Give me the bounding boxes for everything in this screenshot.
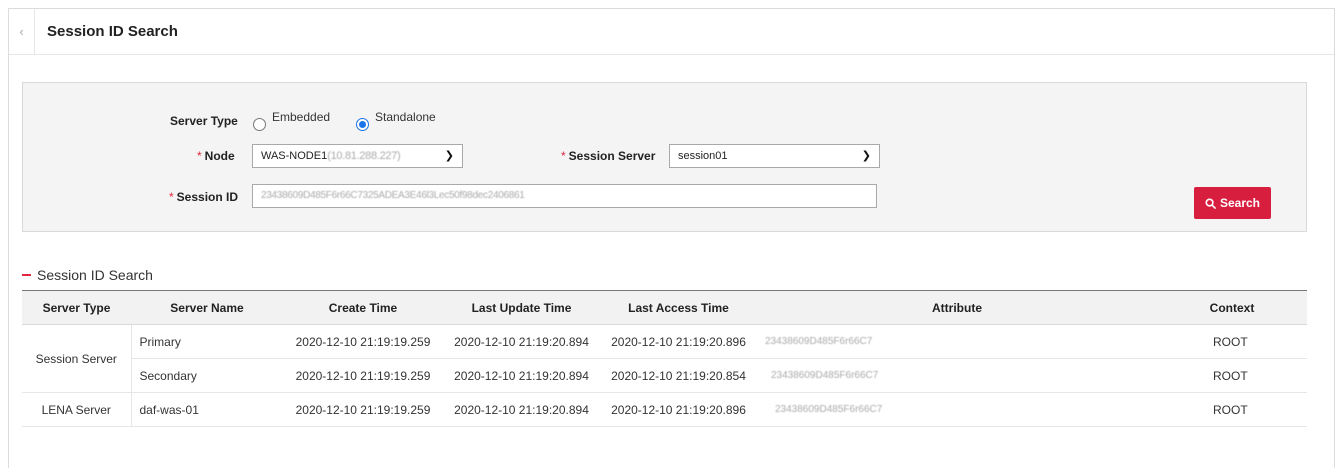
table-row[interactable]: Session Server Primary 2020-12-10 21:19:… (22, 324, 1307, 393)
results-table: Server Type Server Name Create Time Last… (22, 290, 1307, 427)
cell-attribute: 23438609D485F6r66C7 (757, 392, 1157, 427)
search-button[interactable]: Search (1194, 187, 1271, 219)
chevron-down-icon: ❯ (444, 150, 454, 162)
column-header[interactable]: Last Access Time (600, 290, 757, 325)
session-server-select[interactable]: session01 ❯ (669, 144, 880, 168)
cell-context: ROOT (1157, 392, 1307, 427)
session-id-input[interactable]: 23438609D485F6r66C7325ADEA3E46l3Lec50f98… (252, 184, 877, 208)
cell-last-access-time: 2020-12-10 21:19:20.896 (600, 392, 757, 427)
radio-embedded[interactable] (253, 118, 266, 131)
cell-last-access-time: 2020-12-10 21:19:20.896 (600, 324, 757, 359)
page-title: Session ID Search (47, 23, 178, 40)
column-header[interactable]: Server Name (131, 290, 283, 325)
search-icon (1205, 197, 1216, 209)
cell-server-name: daf-was-01 (131, 392, 283, 427)
cell-server-type: Session Server (22, 324, 132, 393)
cell-context: ROOT (1157, 324, 1307, 359)
column-header[interactable]: Last Update Time (443, 290, 600, 325)
column-header[interactable]: Attribute (757, 290, 1157, 325)
table-row[interactable]: Secondary 2020-12-10 21:19:19.259 2020-1… (22, 358, 1307, 393)
cell-create-time: 2020-12-10 21:19:19.259 (283, 392, 443, 427)
cell-server-name: Primary (131, 324, 283, 359)
server-type-label: Server Type (170, 114, 238, 128)
radio-embedded-label[interactable]: Embedded (272, 110, 330, 124)
radio-standalone-label[interactable]: Standalone (375, 110, 436, 124)
results-section-title: Session ID Search (22, 267, 153, 283)
table-header-row: Server Type Server Name Create Time Last… (22, 290, 1307, 325)
node-select[interactable]: WAS-NODE1(10.81.288.227) ❯ (252, 144, 463, 168)
cell-last-update-time: 2020-12-10 21:19:20.894 (443, 392, 600, 427)
search-form: Server Type Embedded Standalone * Node WA… (22, 82, 1307, 232)
chevron-down-icon: ❯ (861, 150, 871, 162)
cell-context: ROOT (1157, 358, 1307, 393)
column-header[interactable]: Context (1157, 290, 1307, 325)
node-label: * Node (197, 149, 235, 163)
chevron-left-icon[interactable]: ‹ (9, 9, 35, 55)
radio-standalone[interactable] (356, 118, 369, 131)
column-header[interactable]: Server Type (22, 290, 131, 325)
table-row[interactable]: LENA Server daf-was-01 2020-12-10 21:19:… (22, 392, 1307, 427)
page-header: ‹ Session ID Search (9, 9, 1334, 55)
session-id-label: * Session ID (169, 190, 239, 204)
section-marker (22, 274, 31, 276)
cell-server-type: LENA Server (22, 392, 132, 427)
cell-server-name: Secondary (131, 358, 283, 393)
cell-last-update-time: 2020-12-10 21:19:20.894 (443, 358, 600, 393)
cell-create-time: 2020-12-10 21:19:19.259 (283, 324, 443, 359)
cell-last-update-time: 2020-12-10 21:19:20.894 (443, 324, 600, 359)
cell-attribute: 23438609D485F6r66C7 (757, 324, 1157, 359)
cell-last-access-time: 2020-12-10 21:19:20.854 (600, 358, 757, 393)
column-header[interactable]: Create Time (283, 290, 443, 325)
cell-create-time: 2020-12-10 21:19:19.259 (283, 358, 443, 393)
cell-attribute: 23438609D485F6r66C7 (757, 358, 1157, 393)
session-server-label: * Session Server (561, 149, 656, 163)
